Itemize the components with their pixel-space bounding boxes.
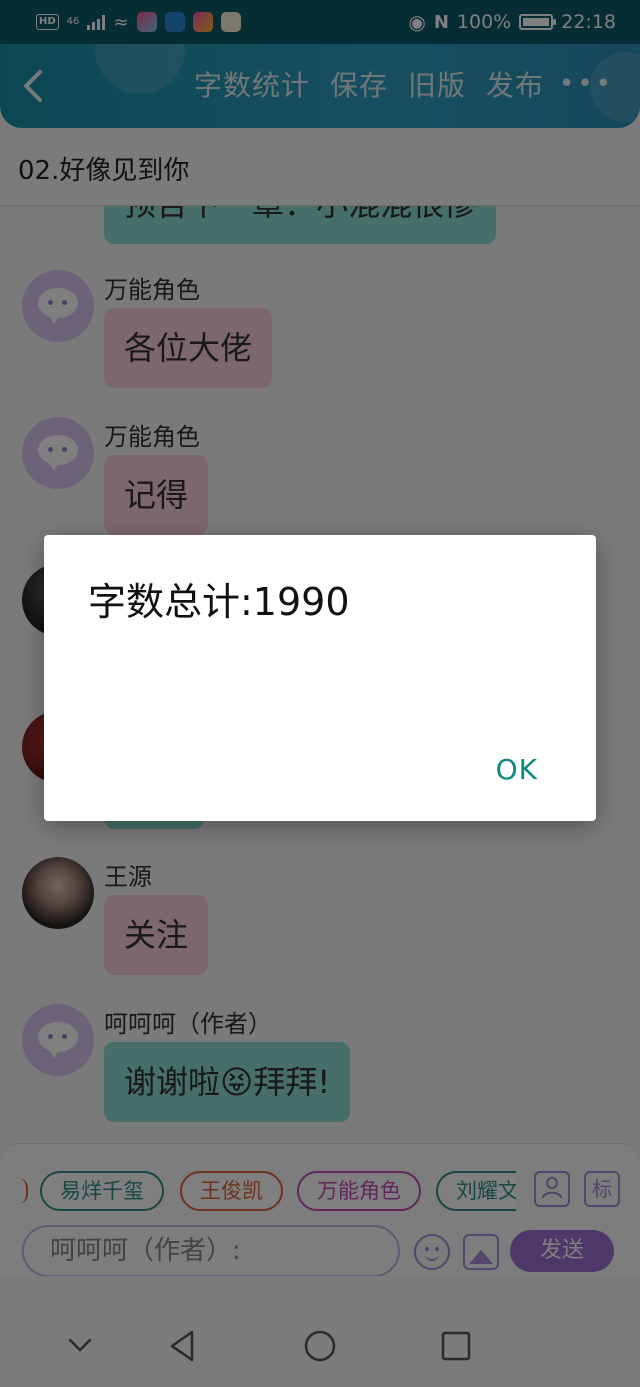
chat-bubble-avatar[interactable]: [22, 1004, 94, 1076]
role-chip-partial[interactable]: [18, 1178, 28, 1204]
image-icon[interactable]: [463, 1234, 499, 1270]
sender-name: 王源: [104, 863, 152, 891]
message-input[interactable]: 呵呵呵（作者）:: [22, 1225, 400, 1277]
home-circle-icon[interactable]: [300, 1326, 340, 1366]
role-manage-button[interactable]: [534, 1171, 570, 1207]
emoji-icon[interactable]: [414, 1234, 450, 1270]
message-bubble[interactable]: 各位大佬: [104, 308, 273, 388]
message-bubble[interactable]: 记得: [104, 455, 209, 535]
old-version-button[interactable]: 旧版: [408, 66, 466, 106]
app-icon: [164, 12, 185, 32]
chat-bubble-avatar[interactable]: [22, 417, 94, 489]
battery-icon: [519, 14, 557, 30]
role-chip[interactable]: 王俊凯: [180, 1171, 283, 1211]
signal-icon: [87, 14, 106, 30]
role-chip[interactable]: 易烊千玺: [40, 1171, 164, 1211]
sender-name: 万能角色: [104, 276, 200, 304]
clock: 22:18: [561, 11, 616, 33]
more-dots-icon: •••: [558, 69, 614, 99]
save-button[interactable]: 保存: [330, 66, 388, 106]
message-bubble[interactable]: 关注: [104, 895, 209, 975]
tag-button[interactable]: 标: [584, 1171, 620, 1207]
app-icon: [136, 12, 157, 32]
ok-button[interactable]: OK: [496, 753, 538, 786]
chapter-title: 02.好像见到你: [0, 128, 640, 206]
word-count-dialog: 字数总计:1990 OK: [44, 535, 596, 821]
chevron-down-icon[interactable]: [60, 1326, 100, 1366]
message-bubble[interactable]: 谢谢啦😝拜拜!: [104, 1042, 351, 1122]
app-icon: [192, 12, 213, 32]
role-chip[interactable]: 万能角色: [297, 1171, 421, 1211]
send-button[interactable]: 发送: [510, 1230, 614, 1272]
network-type: 46: [66, 16, 80, 27]
message-bubble[interactable]: 预告下一章：小混混很惨: [104, 206, 497, 244]
back-triangle-icon[interactable]: [164, 1326, 204, 1366]
app-icon: [220, 12, 241, 32]
system-nav-bar: [0, 1276, 640, 1387]
header-bar: 字数统计 保存 旧版 发布 •••: [0, 44, 640, 128]
person-icon: [542, 1177, 562, 1199]
back-button[interactable]: [18, 66, 54, 106]
chevron-left-icon: [24, 70, 42, 102]
status-bar: HD 46 ≈ ◉ N 100% 22:18: [0, 0, 640, 44]
more-button[interactable]: •••: [559, 66, 614, 102]
photo-avatar[interactable]: [22, 857, 94, 929]
wifi-icon: ≈: [113, 11, 129, 33]
input-panel: 易烊千玺 王俊凯 万能角色 刘耀文 标 呵呵呵（作者）: 发送: [0, 1143, 640, 1277]
sender-name: 呵呵呵（作者）: [104, 1010, 272, 1038]
dialog-message: 字数总计:1990: [88, 580, 350, 624]
sender-name: 万能角色: [104, 423, 200, 451]
role-chip[interactable]: 刘耀文: [436, 1171, 516, 1211]
recents-square-icon[interactable]: [436, 1326, 476, 1366]
hd-badge: HD: [36, 14, 59, 30]
chat-bubble-icon: [38, 288, 78, 324]
chat-bubble-icon: [38, 1022, 78, 1058]
chat-bubble-icon: [38, 435, 78, 471]
word-count-button[interactable]: 字数统计: [194, 66, 310, 106]
publish-button[interactable]: 发布: [486, 66, 544, 106]
eye-icon: ◉: [408, 10, 426, 34]
battery-percent: 100%: [456, 11, 512, 33]
chat-bubble-avatar[interactable]: [22, 270, 94, 342]
nfc-icon: N: [433, 11, 449, 33]
